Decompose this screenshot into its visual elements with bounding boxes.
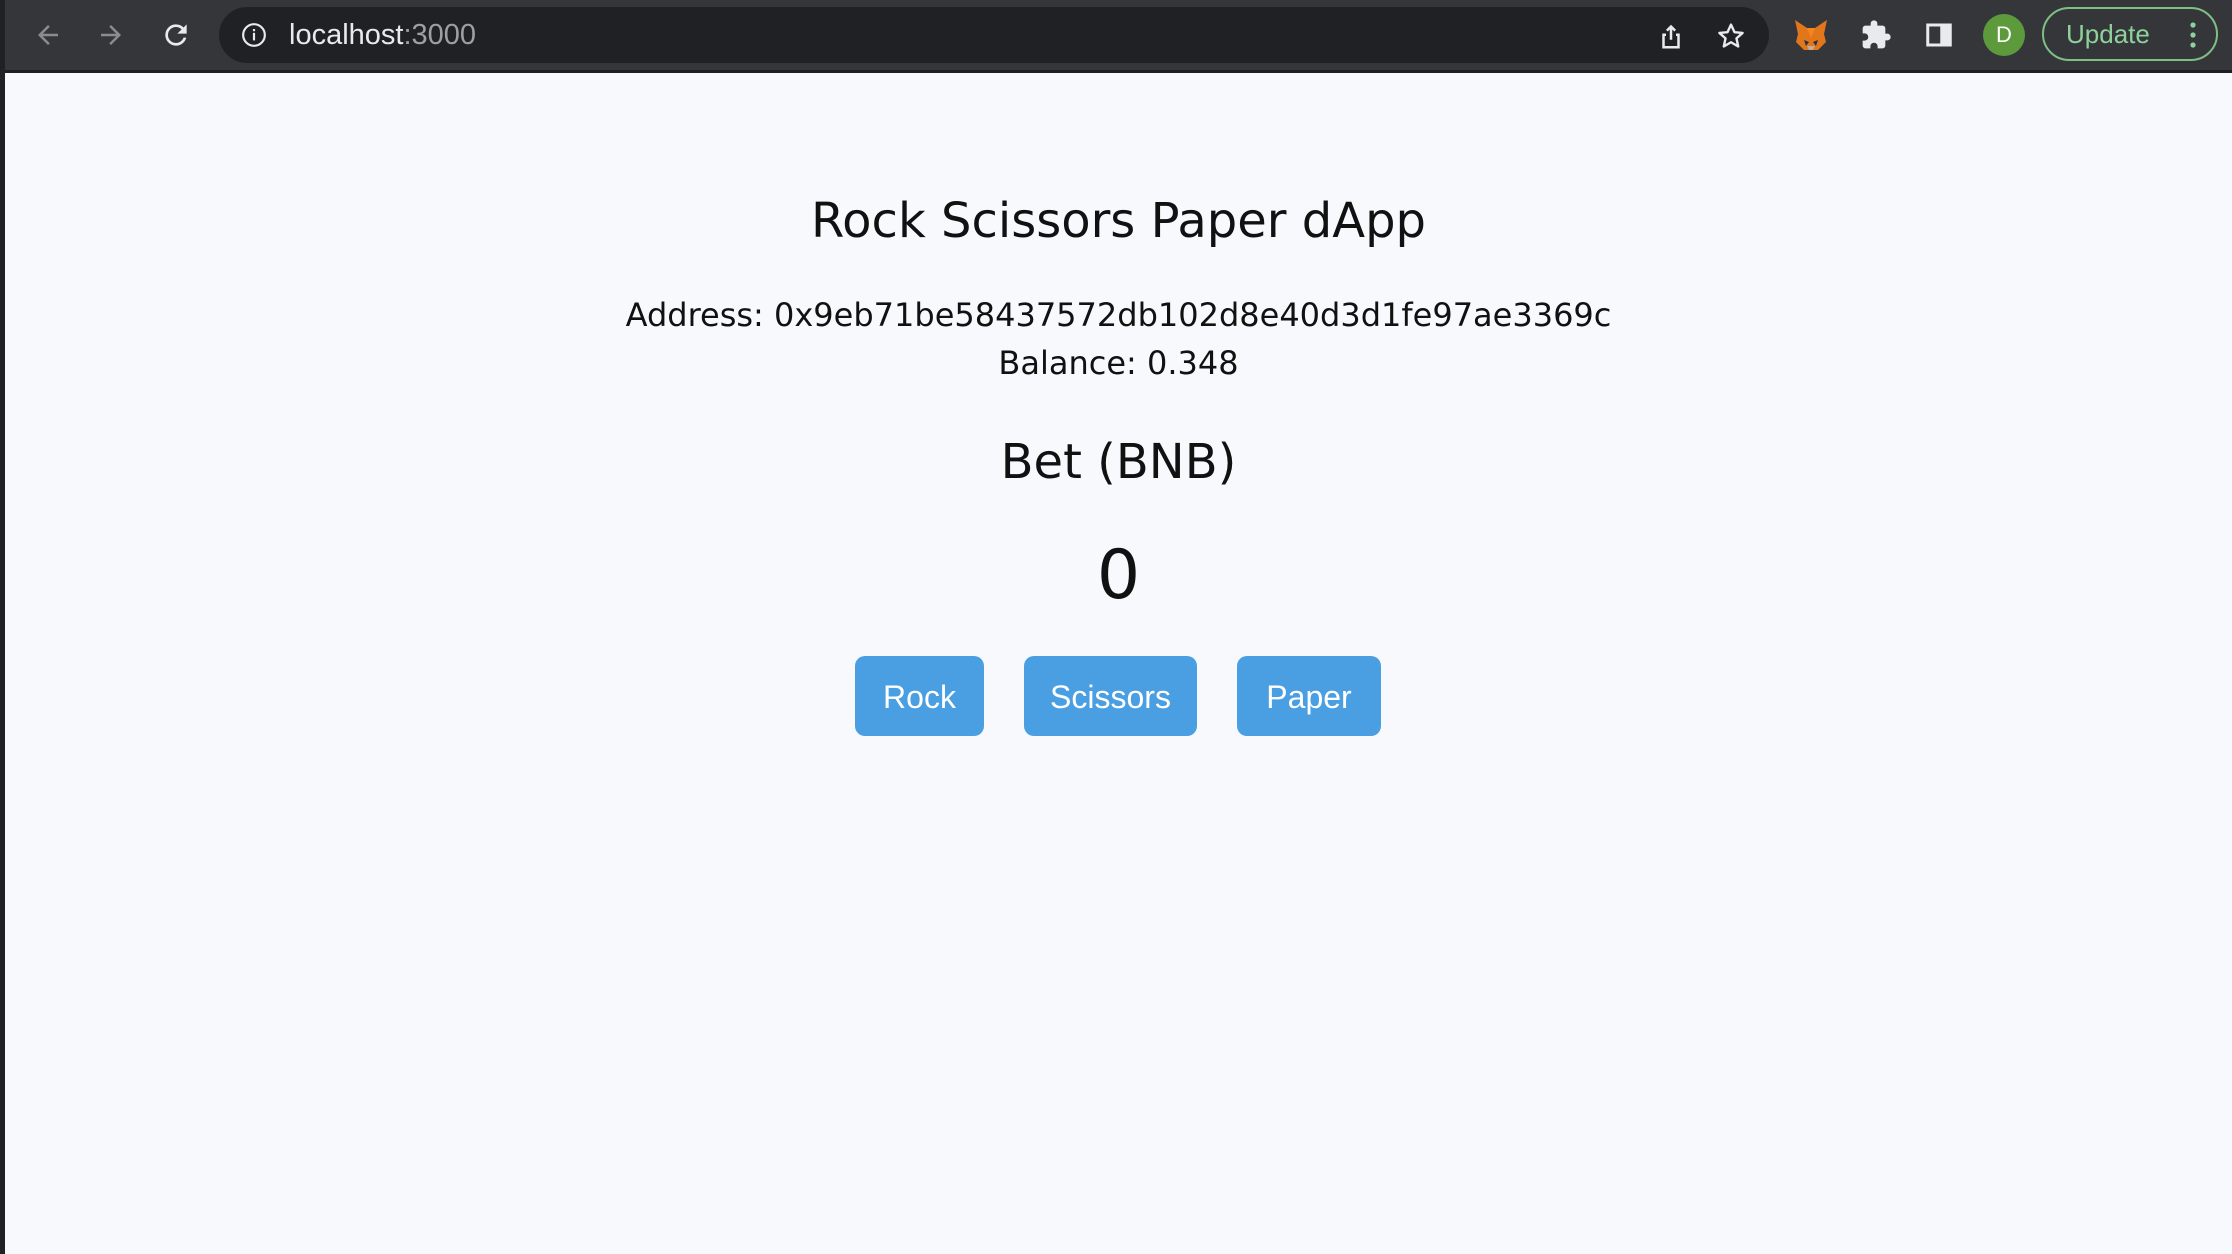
browser-window: localhost:3000 D Update Rock Scissors Pa…: [0, 0, 2232, 1254]
vertical-dots-icon[interactable]: [2188, 21, 2198, 49]
wallet-balance: Balance: 0.348: [998, 344, 1239, 382]
reload-button[interactable]: [154, 13, 198, 57]
forward-button[interactable]: [89, 13, 133, 57]
avatar-letter: D: [1996, 22, 2012, 47]
address-bar[interactable]: localhost:3000: [219, 7, 1769, 63]
page-content: Rock Scissors Paper dApp Address: 0x9eb7…: [5, 73, 2232, 1254]
wallet-address: Address: 0x9eb71be58437572db102d8e40d3d1…: [625, 296, 1612, 334]
url-host: localhost: [289, 19, 404, 51]
paper-button[interactable]: Paper: [1237, 656, 1381, 736]
rock-button[interactable]: Rock: [855, 656, 984, 736]
page-title: Rock Scissors Paper dApp: [810, 193, 1427, 249]
bet-value[interactable]: 0: [5, 536, 2232, 616]
arrow-left-icon: [38, 25, 58, 45]
url-port: :3000: [403, 19, 477, 51]
reload-icon: [165, 24, 187, 46]
arrow-right-icon: [101, 25, 121, 45]
share-icon[interactable]: [1656, 21, 1686, 51]
scissors-button[interactable]: Scissors: [1024, 656, 1197, 736]
side-panel-icon[interactable]: [1918, 14, 1960, 56]
bet-label: Bet (BNB): [1000, 434, 1237, 490]
update-button[interactable]: Update: [2042, 7, 2218, 61]
update-label: Update: [2066, 18, 2150, 49]
fox-icon[interactable]: [1790, 14, 1832, 56]
avatar[interactable]: D: [1983, 14, 2025, 56]
star-icon[interactable]: [1715, 20, 1747, 52]
browser-toolbar: localhost:3000 D Update: [0, 0, 2232, 70]
info-icon[interactable]: [241, 22, 267, 48]
url-text[interactable]: localhost:3000: [289, 7, 476, 63]
puzzle-icon[interactable]: [1855, 14, 1897, 56]
back-button[interactable]: [26, 13, 70, 57]
